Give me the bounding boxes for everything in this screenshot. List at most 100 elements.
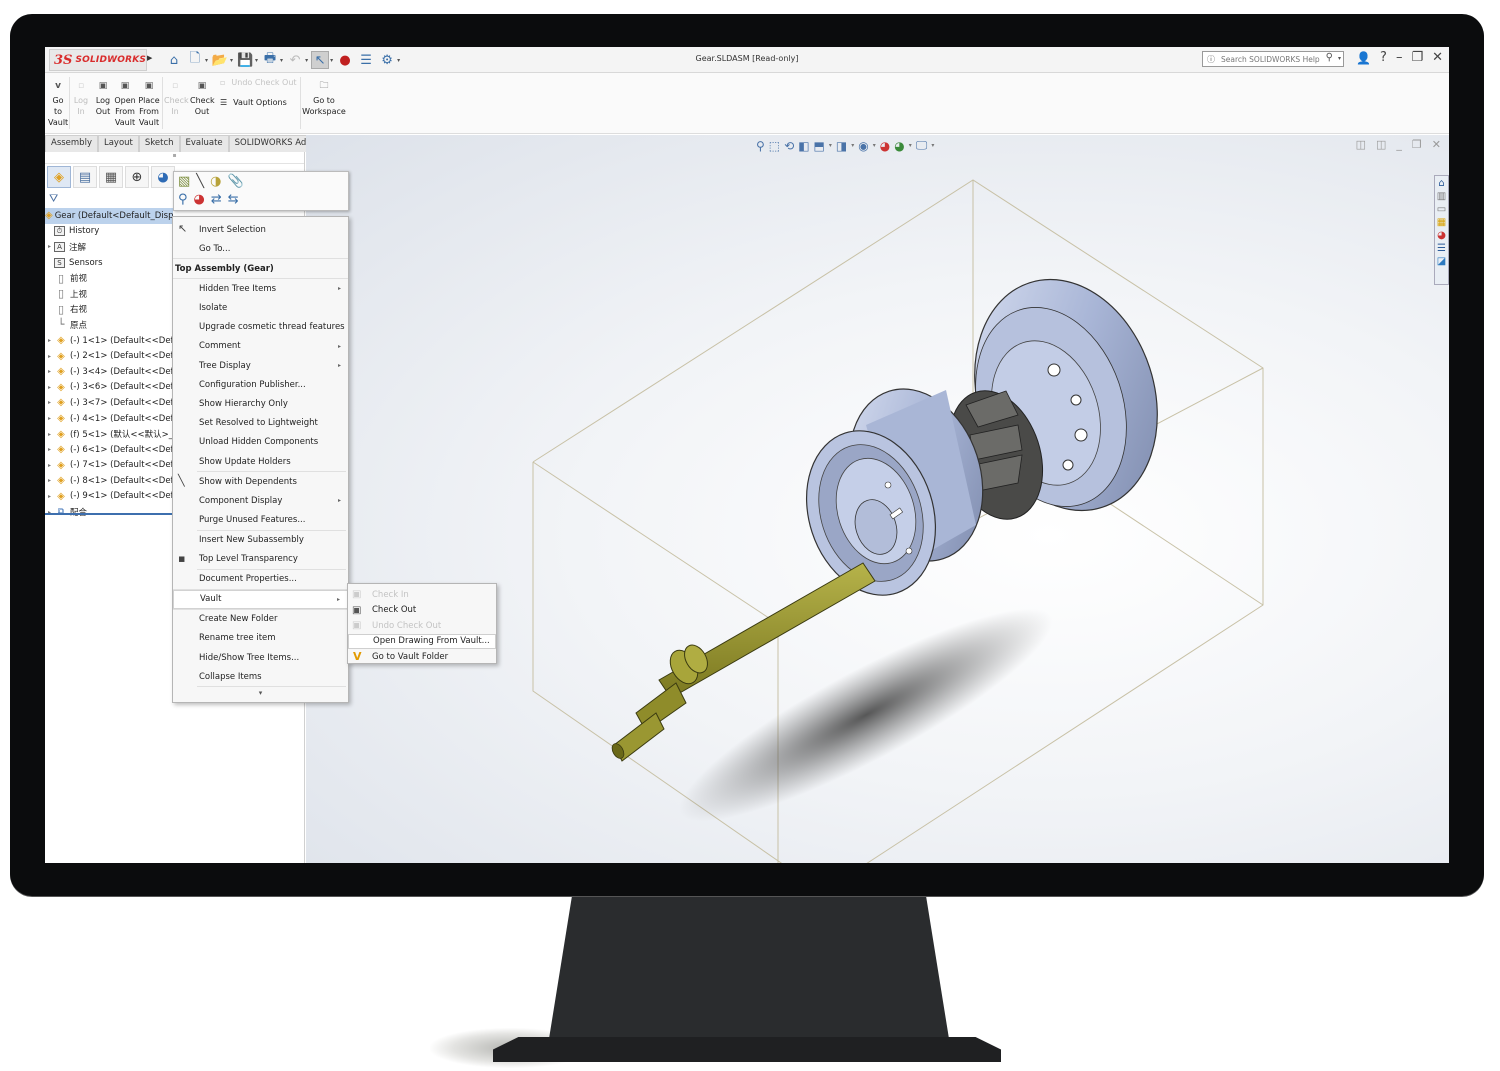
- restore-icon[interactable]: ❐: [1411, 50, 1423, 65]
- check-in-button[interactable]: ▫ Check In: [164, 81, 189, 117]
- menu-item-tree-display[interactable]: Tree Display ▸: [173, 356, 348, 375]
- submenu-item-undo-check-out[interactable]: ▣ Undo Check Out: [348, 618, 496, 634]
- file-properties-icon[interactable]: ☰: [357, 51, 375, 69]
- menu-item-collapse-items[interactable]: Collapse Items: [173, 667, 348, 686]
- submenu-item-go-to-vault-folder[interactable]: V Go to Vault Folder: [348, 649, 496, 665]
- save-icon[interactable]: 💾: [236, 51, 254, 69]
- menu-item-rename-tree-item[interactable]: Rename tree item: [173, 629, 348, 648]
- rename-icon[interactable]: ⇄: [211, 192, 222, 207]
- user-icon[interactable]: 👤: [1356, 51, 1371, 65]
- expand-arrow-icon[interactable]: ▸: [45, 243, 54, 250]
- expand-arrow-icon[interactable]: ▸: [45, 399, 54, 406]
- place-from-vault-button[interactable]: ▣ Place From Vault: [138, 81, 160, 128]
- menu-item-create-new-folder[interactable]: Create New Folder: [173, 610, 348, 629]
- log-in-button[interactable]: ▫ Log In: [71, 81, 91, 117]
- graphics-area[interactable]: ⚲ ⬚ ⟲ ◧ ⬒ ▾ ◨ ▾ ◉ ▾ ◕ ◕ ▾ 🖵 ▾ ◫ ◫ _ ❐ ✕ ⌂ ▥ ▭…: [306, 135, 1449, 863]
- hide-components-icon[interactable]: ╲: [196, 174, 204, 189]
- dropdown-arrow-icon[interactable]: ▾: [397, 57, 400, 64]
- solidworks-logo[interactable]: 3S SOLIDWORKS: [49, 49, 147, 71]
- menu-item-document-properties[interactable]: Document Properties...: [173, 570, 348, 589]
- check-out-button[interactable]: ▣ Check Out: [190, 81, 215, 117]
- menu-item-show-with-dependents[interactable]: ╲ Show with Dependents: [173, 472, 348, 491]
- dropdown-arrow-icon[interactable]: ▾: [255, 57, 258, 64]
- more-items-icon[interactable]: ▾: [173, 689, 348, 697]
- dropdown-arrow-icon[interactable]: ▾: [305, 57, 308, 64]
- menu-item-comment[interactable]: Comment ▸: [173, 337, 348, 356]
- menu-item-hide-show-tree-items[interactable]: Hide/Show Tree Items...: [173, 648, 348, 667]
- submenu-item-open-drawing-from-vault[interactable]: Open Drawing From Vault...: [348, 633, 496, 649]
- vault-options-button[interactable]: ☰ Vault Options: [220, 98, 287, 107]
- help-search-input[interactable]: ⓘ Search SOLIDWORKS Help ⚲ ▾: [1202, 51, 1344, 67]
- new-document-icon[interactable]: 🗋: [186, 51, 204, 69]
- move-component-icon[interactable]: ⇆: [228, 192, 239, 207]
- minimize-icon[interactable]: –: [1396, 50, 1403, 65]
- submenu-item-check-out[interactable]: ▣ Check Out: [348, 603, 496, 619]
- component-properties-icon[interactable]: ▧: [178, 174, 190, 189]
- menu-expand-arrow-icon[interactable]: ▶: [147, 54, 152, 62]
- expand-arrow-icon[interactable]: ▸: [45, 493, 54, 500]
- tab-assembly[interactable]: Assembly: [45, 135, 98, 152]
- print-icon[interactable]: 🖶: [261, 51, 279, 69]
- expand-arrow-icon[interactable]: ▸: [45, 477, 54, 484]
- expand-arrow-icon[interactable]: ▸: [45, 384, 54, 391]
- expand-arrow-icon[interactable]: ▸: [45, 353, 54, 360]
- expand-arrow-icon[interactable]: ▸: [45, 368, 54, 375]
- go-to-vault-button[interactable]: v Go to Vault: [48, 81, 68, 128]
- menu-item-insert-new-subassembly[interactable]: Insert New Subassembly: [173, 530, 348, 549]
- menu-item-hidden-tree-items[interactable]: Hidden Tree Items ▸: [173, 279, 348, 298]
- open-from-vault-button[interactable]: ▣ Open From Vault: [114, 81, 136, 128]
- search-icon[interactable]: ⚲: [1326, 52, 1333, 63]
- property-manager-tab[interactable]: ▤: [73, 166, 97, 188]
- attach-icon[interactable]: 📎: [227, 174, 243, 189]
- menu-item-go-to[interactable]: Go To...: [173, 239, 348, 258]
- undo-check-out-button[interactable]: ▫ Undo Check Out: [220, 78, 297, 87]
- menu-item-set-resolved-to-lightweight[interactable]: Set Resolved to Lightweight: [173, 414, 348, 433]
- dimxpert-manager-tab[interactable]: ⊕: [125, 166, 149, 188]
- display-manager-tab[interactable]: ◕: [151, 166, 175, 188]
- select-icon[interactable]: ↖: [311, 51, 330, 69]
- submenu-item-check-in[interactable]: ▣ Check In: [348, 587, 496, 603]
- expand-arrow-icon[interactable]: ▸: [45, 431, 54, 438]
- open-icon[interactable]: 📂: [211, 51, 229, 69]
- dropdown-arrow-icon[interactable]: ▾: [205, 57, 208, 64]
- tab-sketch[interactable]: Sketch: [138, 135, 180, 152]
- expand-arrow-icon[interactable]: ▸: [45, 337, 54, 344]
- menu-item-purge-unused-features[interactable]: Purge Unused Features...: [173, 510, 348, 529]
- expand-arrow-icon[interactable]: ▸: [45, 462, 54, 469]
- zoom-to-selection-icon[interactable]: ⚲: [178, 192, 188, 207]
- feature-manager-tab[interactable]: ◈: [47, 166, 71, 188]
- go-to-workspace-button[interactable]: 🗀 Go to Workspace: [302, 81, 346, 117]
- menu-item-vault[interactable]: Vault ▸: [173, 589, 348, 609]
- menu-item-upgrade-cosmetic-thread-features[interactable]: Upgrade cosmetic thread features: [173, 318, 348, 337]
- menu-item-invert-selection[interactable]: ↖ Invert Selection: [173, 220, 348, 239]
- dropdown-arrow-icon[interactable]: ▾: [280, 57, 283, 64]
- menu-item-isolate[interactable]: Isolate: [173, 298, 348, 317]
- dropdown-arrow-icon[interactable]: ▾: [330, 57, 333, 64]
- appearance-icon[interactable]: ◕: [194, 192, 205, 207]
- expand-arrow-icon[interactable]: ▸: [45, 446, 54, 453]
- home-icon[interactable]: ⌂: [165, 51, 183, 69]
- menu-item-top-level-transparency[interactable]: ▪ Top Level Transparency: [173, 550, 348, 569]
- tab-layout[interactable]: Layout: [97, 135, 139, 152]
- change-transparency-icon[interactable]: ◑: [210, 174, 221, 189]
- expand-arrow-icon[interactable]: ▸: [45, 415, 54, 422]
- rollback-bar[interactable]: [45, 513, 173, 515]
- options-gear-icon[interactable]: ⚙: [378, 51, 396, 69]
- menu-item-component-display[interactable]: Component Display ▸: [173, 491, 348, 510]
- search-dropdown-icon[interactable]: ▾: [1338, 55, 1341, 62]
- tab-evaluate[interactable]: Evaluate: [179, 135, 229, 152]
- tree-root-gear[interactable]: ◈ Gear (Default<Default_Disp: [45, 208, 173, 224]
- menu-item-configuration-publisher[interactable]: Configuration Publisher...: [173, 375, 348, 394]
- help-menu-icon[interactable]: ?: [1380, 50, 1387, 65]
- undo-icon[interactable]: ↶: [286, 51, 304, 69]
- log-out-button[interactable]: ▣ Log Out: [93, 81, 113, 117]
- filter-icon[interactable]: ⛛: [49, 192, 58, 206]
- menu-item-unload-hidden-components[interactable]: Unload Hidden Components: [173, 433, 348, 452]
- dropdown-arrow-icon[interactable]: ▾: [230, 57, 233, 64]
- menu-item-show-update-holders[interactable]: Show Update Holders: [173, 452, 348, 471]
- rebuild-icon[interactable]: ●: [336, 51, 354, 69]
- panel-grip[interactable]: ▪: [45, 152, 304, 164]
- menu-item-show-hierarchy-only[interactable]: Show Hierarchy Only: [173, 394, 348, 413]
- close-icon[interactable]: ✕: [1432, 50, 1443, 65]
- configuration-manager-tab[interactable]: ▦: [99, 166, 123, 188]
